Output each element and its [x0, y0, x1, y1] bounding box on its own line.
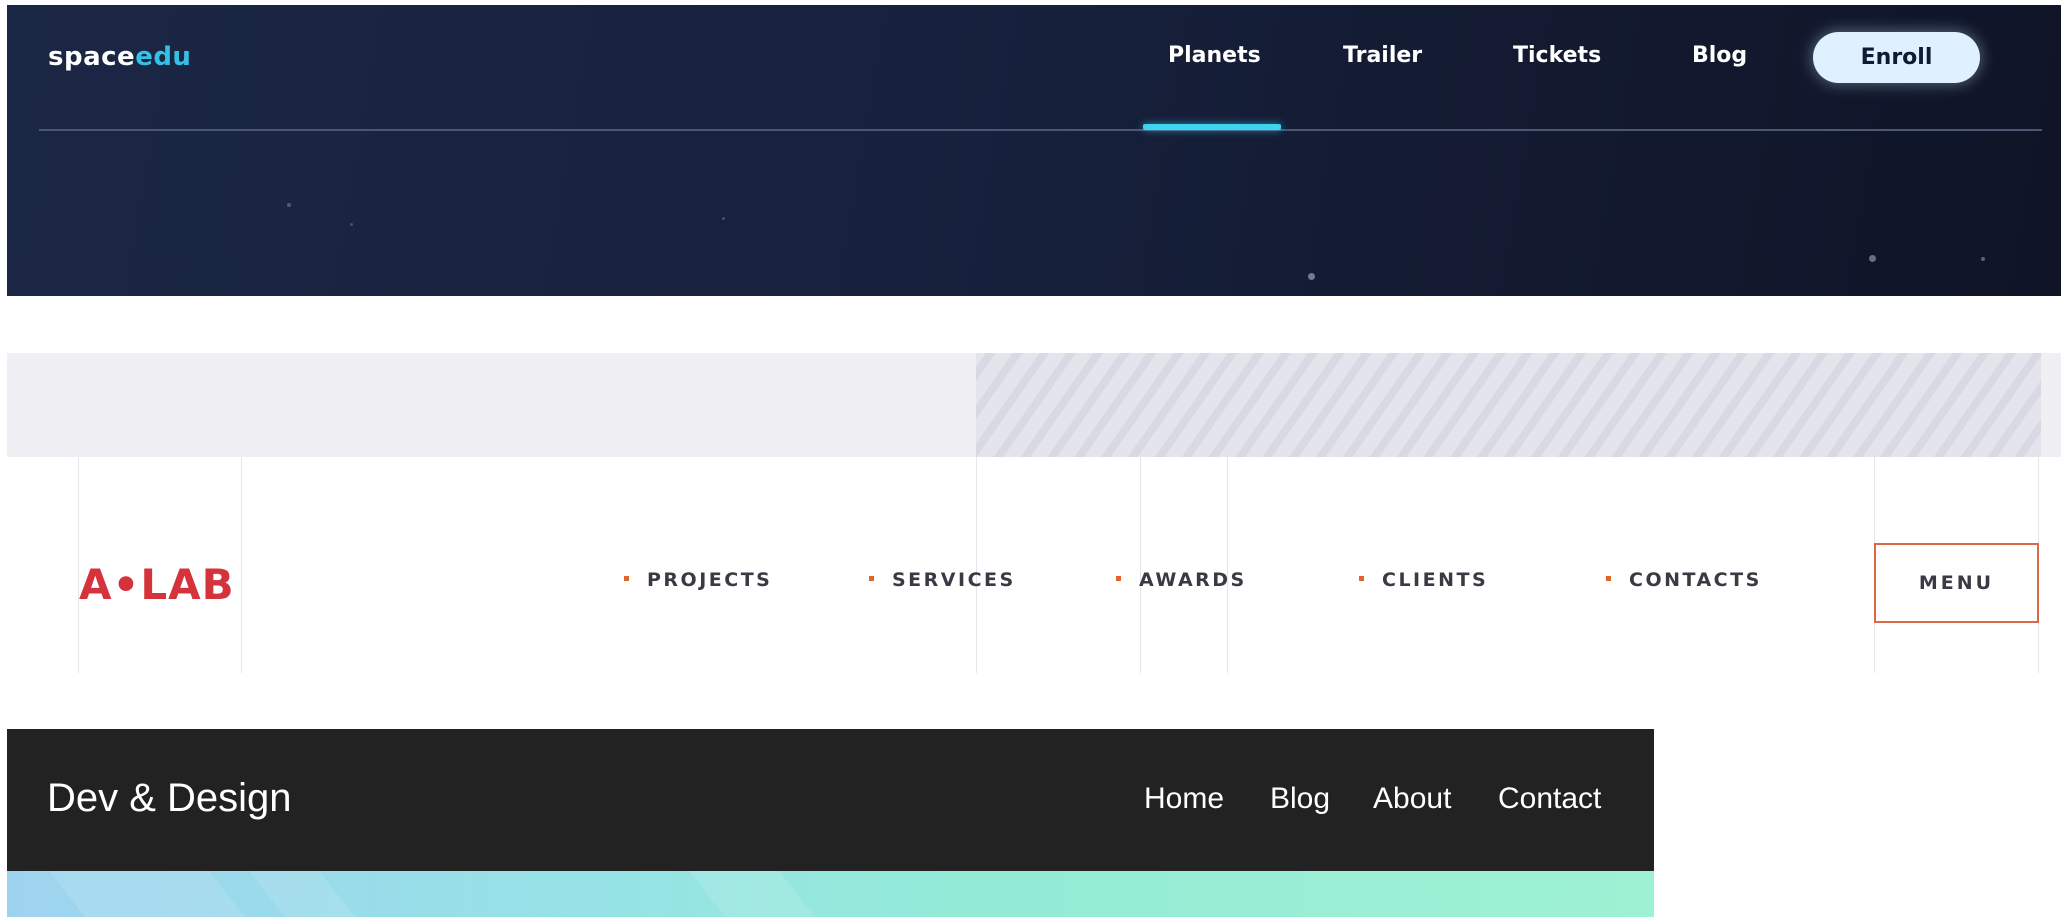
grid-line [241, 457, 242, 673]
alab-top-band [7, 353, 2061, 457]
star-decoration [1869, 255, 1876, 262]
grid-line [976, 457, 977, 673]
nav-projects[interactable]: PROJECTS [624, 569, 772, 591]
nav-home[interactable]: Home [1144, 782, 1224, 816]
logo-main-text: space [48, 42, 136, 72]
alab-logo[interactable]: A•LAB [79, 560, 235, 609]
nav-services-label: SERVICES [892, 569, 1016, 591]
hero-diagonal-band [249, 871, 355, 917]
bullet-icon [624, 576, 629, 581]
nav-contacts[interactable]: CONTACTS [1606, 569, 1762, 591]
devdesign-brand[interactable]: Dev & Design [47, 776, 292, 821]
nav-awards[interactable]: AWARDS [1116, 569, 1247, 591]
striped-pattern [976, 353, 2041, 457]
star-decoration [1981, 257, 1985, 261]
hero-diagonal-band [49, 871, 245, 917]
active-nav-indicator [1143, 124, 1281, 130]
nav-blog[interactable]: Blog [1692, 43, 1747, 68]
bullet-icon [1359, 576, 1364, 581]
nav-contacts-label: CONTACTS [1629, 569, 1762, 591]
star-decoration [287, 203, 291, 207]
spaceedu-logo[interactable]: spaceedu [48, 42, 191, 72]
hero-diagonal-band [689, 871, 815, 917]
nav-services[interactable]: SERVICES [869, 569, 1016, 591]
menu-button[interactable]: MENU [1874, 543, 2039, 623]
grid-line [1227, 457, 1228, 673]
bullet-icon [1116, 576, 1121, 581]
star-decoration [722, 217, 725, 220]
hero-gradient-band [7, 871, 1654, 917]
bullet-icon [1606, 576, 1611, 581]
nav-awards-label: AWARDS [1139, 569, 1247, 591]
nav-divider [39, 129, 2042, 131]
bullet-icon [869, 576, 874, 581]
grid-line [1140, 457, 1141, 673]
nav-contact[interactable]: Contact [1498, 782, 1601, 816]
alab-header: A•LAB PROJECTS SERVICES AWARDS CLIENTS C… [7, 457, 2061, 673]
nav-about[interactable]: About [1373, 782, 1451, 816]
logo-accent-text: edu [135, 42, 192, 72]
nav-tickets[interactable]: Tickets [1513, 43, 1601, 68]
nav-projects-label: PROJECTS [647, 569, 773, 591]
devdesign-header: Dev & Design Home Blog About Contact [7, 729, 1654, 871]
spaceedu-header: spaceedu Planets Trailer Tickets Blog En… [7, 5, 2061, 296]
nav-trailer[interactable]: Trailer [1343, 43, 1422, 68]
nav-planets[interactable]: Planets [1168, 43, 1261, 68]
nav-blog-link[interactable]: Blog [1270, 782, 1330, 816]
nav-clients-label: CLIENTS [1382, 569, 1489, 591]
star-decoration [1308, 273, 1315, 280]
enroll-button[interactable]: Enroll [1813, 32, 1980, 83]
nav-clients[interactable]: CLIENTS [1359, 569, 1488, 591]
star-decoration [350, 223, 353, 226]
